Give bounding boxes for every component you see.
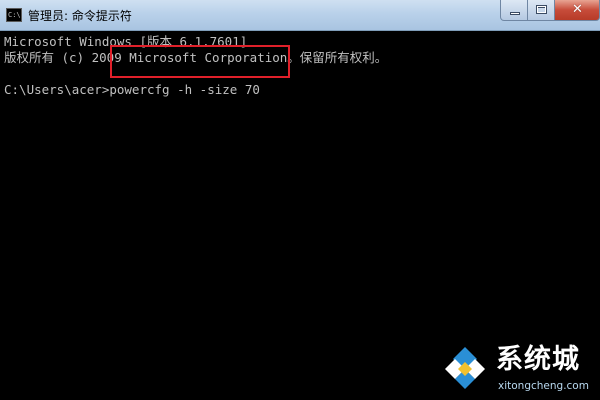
minimize-button[interactable]	[500, 0, 528, 21]
xitongcheng-logo-icon	[445, 347, 485, 389]
watermark-name: 系统城	[496, 344, 580, 375]
cmd-icon[interactable]: C:\	[6, 8, 22, 22]
console-prompt: C:\Users\acer>	[4, 82, 110, 97]
command-line[interactable]: C:\Users\acer>powercfg -h -size 70	[4, 82, 260, 98]
maximize-button[interactable]	[528, 0, 555, 21]
window-controls: ✕	[500, 0, 600, 22]
close-button[interactable]: ✕	[555, 0, 600, 21]
minimize-icon	[510, 12, 520, 15]
console-command: powercfg -h -size 70	[109, 82, 260, 97]
window-title: 管理员: 命令提示符	[28, 9, 132, 23]
maximize-icon	[536, 5, 547, 14]
cmd-icon-text: C:\	[8, 11, 21, 19]
watermark-url: xitongcheng.com	[498, 380, 589, 392]
title-bar[interactable]: C:\ 管理员: 命令提示符 ✕	[0, 0, 600, 31]
watermark: 系统城 xitongcheng.com	[442, 343, 597, 398]
command-prompt-window: C:\ 管理员: 命令提示符 ✕ Microsoft Windows [版本 6…	[0, 0, 600, 400]
close-icon: ✕	[572, 2, 583, 17]
command-highlight-box	[110, 45, 290, 78]
